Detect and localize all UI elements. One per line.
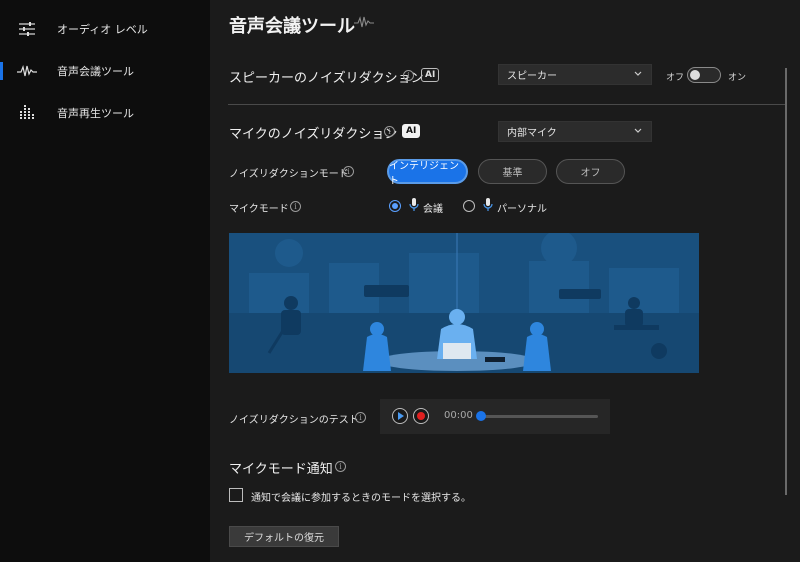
microphone-icon [482,197,494,216]
test-player: 00:00 [380,399,610,434]
progress-track[interactable] [480,415,598,418]
mic-device-value: 内部マイク [507,128,557,139]
playback-time: 00:00 [444,410,473,421]
toggle-on-label: オン [728,73,747,83]
notification-checkbox-label: 通知で会議に参加するときのモードを選択する。 [251,493,471,504]
microphone-icon [408,197,420,216]
waveform-icon [354,15,374,32]
speaker-device-dropdown[interactable]: スピーカー [498,64,652,85]
mic-mode-conference-label: 会議 [423,204,443,215]
chevron-down-icon [633,69,643,82]
sidebar-item-conference-tool[interactable]: 音声会議ツール [0,55,210,87]
speaker-nr-title: スピーカーのノイズリダクション [229,71,424,86]
sidebar-item-label: 音声再生ツール [57,107,134,120]
nr-mode-label: ノイズリダクションモード [229,169,349,180]
info-icon[interactable]: i [355,412,366,423]
record-button[interactable] [413,408,429,424]
play-button[interactable] [392,408,408,424]
chevron-down-icon [633,126,643,139]
page-title: 音声会議ツール [229,16,355,37]
speaker-device-value: スピーカー [507,71,557,82]
info-icon[interactable]: i [335,461,346,472]
sidebar-item-audio-level[interactable]: オーディオ レベル [0,13,210,45]
sidebar-item-label: オーディオ レベル [57,23,148,36]
info-icon[interactable]: i [343,166,354,177]
ai-badge: AI [421,68,440,82]
divider [228,104,785,105]
nr-test-label: ノイズリダクションのテスト [229,415,359,426]
mic-mode-conference-radio[interactable] [389,200,401,212]
scrollbar[interactable] [785,68,787,495]
mic-mode-personal-radio[interactable] [463,200,475,212]
speaker-nr-toggle[interactable] [687,67,721,83]
notification-checkbox[interactable] [229,488,243,502]
equalizer-icon [17,103,37,123]
restore-defaults-button[interactable]: デフォルトの復元 [229,526,339,547]
mode-standard-button[interactable]: 基準 [478,159,547,184]
progress-thumb[interactable] [476,411,486,421]
info-icon[interactable]: i [384,126,395,137]
mic-mode-notification-title: マイクモード通知 [229,462,333,477]
waveform-icon [17,61,37,81]
sidebar: オーディオ レベル 音声会議ツール 音声再生ツール [0,0,210,562]
ai-badge: AI [402,124,421,138]
mic-mode-label: マイクモード [229,204,289,215]
sidebar-item-playback-tool[interactable]: 音声再生ツール [0,97,210,129]
mode-off-button[interactable]: オフ [556,159,625,184]
main-panel: 音声会議ツール スピーカーのノイズリダクション i AI スピーカー オフ オン… [210,0,800,562]
mic-device-dropdown[interactable]: 内部マイク [498,121,652,142]
toggle-knob [690,70,700,80]
sliders-icon [17,19,37,39]
sidebar-item-label: 音声会議ツール [57,65,134,78]
info-icon[interactable]: i [403,70,414,81]
mode-intelligent-button[interactable]: インテリジェント [387,159,468,187]
mic-mode-personal-label: パーソナル [497,204,547,215]
conference-illustration [229,233,699,373]
toggle-off-label: オフ [666,73,685,83]
mic-nr-title: マイクのノイズリダクション [229,127,398,142]
info-icon[interactable]: i [290,201,301,212]
